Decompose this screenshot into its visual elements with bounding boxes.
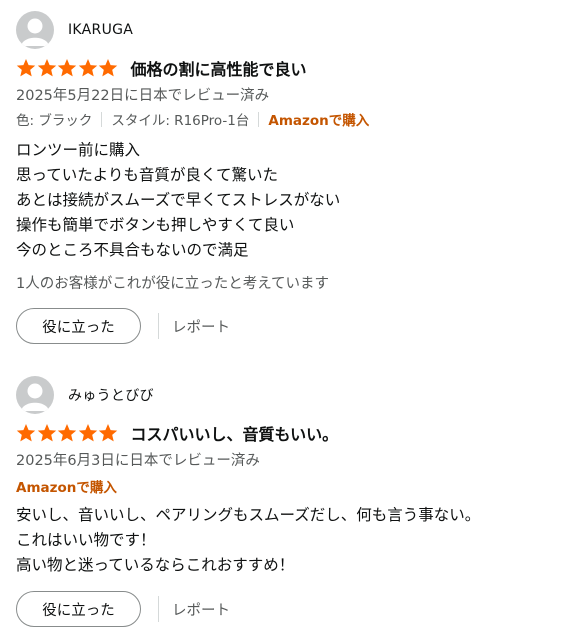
star-icon bbox=[16, 424, 36, 442]
divider bbox=[101, 111, 103, 127]
divider bbox=[158, 596, 159, 622]
review-body-line: これはいい物です！ bbox=[16, 531, 156, 549]
variant-style[interactable]: スタイル: R16Pro-1台 bbox=[111, 109, 249, 129]
divider bbox=[158, 313, 159, 339]
review-body-line: ロンツー前に購入 bbox=[16, 141, 141, 159]
report-link[interactable]: レポート bbox=[172, 316, 230, 337]
helpful-button[interactable]: 役に立った bbox=[16, 308, 141, 344]
review-body: ロンツー前に購入 思っていたよりも音質が良くて驚いた あとは接続がスムーズで早く… bbox=[16, 138, 340, 263]
reviewer-name[interactable]: みゅうとびび bbox=[68, 385, 154, 405]
divider bbox=[258, 111, 260, 127]
review-body-line: 安いし、音いいし、ペアリングもスムーズだし、何も言う事ない。 bbox=[16, 506, 481, 524]
star-icon bbox=[16, 59, 36, 77]
variant-color[interactable]: 色: ブラック bbox=[16, 109, 92, 129]
avatar-icon bbox=[16, 376, 54, 414]
review-body-line: 今のところ不具合もないので満足 bbox=[16, 241, 249, 259]
review-actions: 役に立った レポート bbox=[16, 590, 230, 628]
review-title[interactable]: コスパいいし、音質もいい。 bbox=[131, 421, 339, 445]
reviewer-profile[interactable]: IKARUGA bbox=[16, 10, 133, 50]
review-body-line: あとは接続がスムーズで早くてストレスがない bbox=[16, 191, 341, 209]
review-title-row: 価格の割に高性能で良い bbox=[16, 56, 307, 80]
helpful-button[interactable]: 役に立った bbox=[16, 591, 141, 627]
star-rating[interactable] bbox=[16, 58, 119, 78]
review-body-line: 操作も簡単でボタンも押しやすくて良い bbox=[16, 216, 295, 234]
variant-info: Amazonで購入 bbox=[16, 476, 117, 496]
star-icon bbox=[57, 59, 77, 77]
star-icon bbox=[98, 59, 118, 77]
star-icon bbox=[37, 59, 56, 77]
reviewer-name[interactable]: IKARUGA bbox=[68, 22, 133, 38]
review-date: 2025年6月3日に日本でレビュー済み bbox=[16, 453, 260, 469]
star-rating[interactable] bbox=[16, 423, 119, 443]
helpful-count: 1人のお客様がこれが役に立ったと考えています bbox=[16, 276, 329, 292]
review-date: 2025年5月22日に日本でレビュー済み bbox=[16, 88, 270, 104]
star-icon bbox=[37, 424, 56, 442]
review-actions: 役に立った レポート bbox=[16, 307, 230, 345]
star-icon bbox=[98, 424, 118, 442]
review-body: 安いし、音いいし、ペアリングもスムーズだし、何も言う事ない。 これはいい物です！… bbox=[16, 503, 480, 578]
review-title[interactable]: 価格の割に高性能で良い bbox=[131, 56, 307, 80]
reviewer-profile[interactable]: みゅうとびび bbox=[16, 375, 154, 415]
review-title-row: コスパいいし、音質もいい。 bbox=[16, 421, 338, 445]
verified-purchase-badge: Amazonで購入 bbox=[268, 113, 370, 129]
variant-info: 色: ブラック スタイル: R16Pro-1台 Amazonで購入 bbox=[16, 109, 369, 129]
star-icon bbox=[78, 424, 97, 442]
star-icon bbox=[57, 424, 77, 442]
verified-purchase-badge: Amazonで購入 bbox=[16, 480, 117, 496]
review-body-line: 高い物と迷っているならこれおすすめ！ bbox=[16, 556, 295, 574]
star-icon bbox=[78, 59, 97, 77]
report-link[interactable]: レポート bbox=[172, 599, 230, 620]
review-body-line: 思っていたよりも音質が良くて驚いた bbox=[16, 166, 278, 184]
avatar-icon bbox=[16, 11, 54, 49]
